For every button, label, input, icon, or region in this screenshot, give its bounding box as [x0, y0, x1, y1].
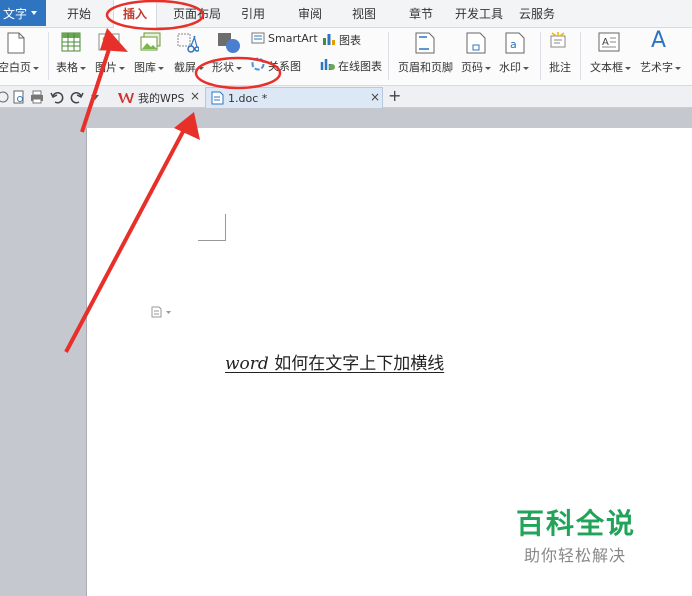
relation-chart-icon [251, 57, 265, 71]
document-text-word: word [225, 354, 269, 374]
screenshot-label: 截屏 [174, 61, 196, 74]
comment-icon [550, 32, 566, 48]
close-icon[interactable]: × [190, 89, 200, 103]
new-tab-button[interactable]: + [388, 86, 401, 105]
tab-insert[interactable]: 插入 [113, 0, 157, 29]
svg-text:a: a [510, 38, 517, 51]
tab-page-layout[interactable]: 页面布局 [166, 0, 228, 28]
smartart-label: SmartArt [268, 32, 318, 45]
chevron-down-icon[interactable] [90, 94, 104, 108]
tab-references[interactable]: 引用 [234, 0, 272, 28]
gallery-label: 图库 [134, 61, 156, 74]
preview-icon[interactable] [0, 90, 10, 104]
wordart-icon: A [651, 28, 667, 53]
comment-label: 批注 [549, 61, 571, 74]
margin-corner-mark [198, 214, 226, 241]
scissors-icon [177, 33, 199, 53]
wps-logo-icon [118, 92, 134, 103]
header-footer-label: 页眉和页脚 [398, 61, 453, 74]
document-text-rest: 如何在文字上下加横线 [268, 354, 445, 374]
smartart-icon [251, 32, 265, 44]
wordart-label: 艺术字 [640, 61, 673, 74]
document-text[interactable]: word 如何在文字上下加横线 [225, 349, 444, 374]
doc-tab-label: 1.doc * [228, 91, 268, 105]
chevron-down-icon [31, 11, 38, 15]
relation-chart-label: 关系图 [268, 60, 301, 73]
tab-review[interactable]: 审阅 [290, 0, 330, 28]
gallery-icon [140, 32, 161, 51]
app-menu-button[interactable]: 文字 [0, 0, 46, 26]
document-icon [211, 91, 224, 105]
app-menu-label: 文字 [3, 6, 28, 21]
blank-page-icon [7, 32, 25, 54]
blank-page-label: 空白页 [0, 61, 31, 74]
textbox-label: 文本框 [590, 61, 623, 74]
ribbon-insert: 空白页 表格 图片 图库 截屏 形状 SmartArt 关系图 图表 在线图表 … [0, 28, 692, 86]
page-number-icon [466, 32, 486, 54]
tab-view[interactable]: 视图 [344, 0, 384, 28]
online-chart-label: 在线图表 [338, 60, 382, 73]
watermark-icon: a [505, 32, 525, 54]
tab-cloud[interactable]: 云服务 [515, 0, 559, 28]
redo-icon[interactable] [70, 90, 84, 104]
paragraph-layout-icon[interactable] [151, 306, 173, 318]
chart-label: 图表 [339, 34, 361, 47]
shapes-icon [218, 33, 240, 53]
doc-tab-my-wps[interactable]: 我的WPS × [112, 87, 204, 108]
svg-text:A: A [602, 37, 609, 48]
close-icon[interactable]: × [370, 90, 380, 104]
tab-home[interactable]: 开始 [58, 0, 100, 28]
doc-tab-1-doc[interactable]: 1.doc * × [205, 87, 383, 108]
print-preview-icon[interactable] [12, 90, 26, 104]
table-label: 表格 [56, 61, 78, 74]
bar-chart-icon [323, 34, 335, 45]
shapes-label: 形状 [212, 61, 234, 74]
picture-icon [98, 33, 120, 51]
watermark-subtitle: 助你轻松解决 [524, 546, 627, 565]
print-icon[interactable] [30, 90, 44, 104]
watermark-label: 水印 [499, 61, 521, 74]
picture-label: 图片 [95, 61, 117, 74]
document-tab-row: 我的WPS × 1.doc * × + [0, 86, 692, 108]
online-chart-icon [320, 59, 335, 70]
doc-tab-label: 我的WPS [138, 91, 185, 105]
page-number-label: 页码 [461, 61, 483, 74]
textbox-icon: A [598, 32, 620, 52]
table-icon [61, 32, 81, 52]
tab-developer[interactable]: 开发工具 [452, 0, 506, 28]
watermark-title: 百科全说 [516, 507, 637, 540]
header-footer-icon [415, 32, 435, 54]
undo-icon[interactable] [50, 90, 64, 104]
menu-bar: 文字 开始 插入 页面布局 引用 审阅 视图 章节 开发工具 云服务 [0, 0, 692, 29]
tab-chapter[interactable]: 章节 [401, 0, 441, 28]
